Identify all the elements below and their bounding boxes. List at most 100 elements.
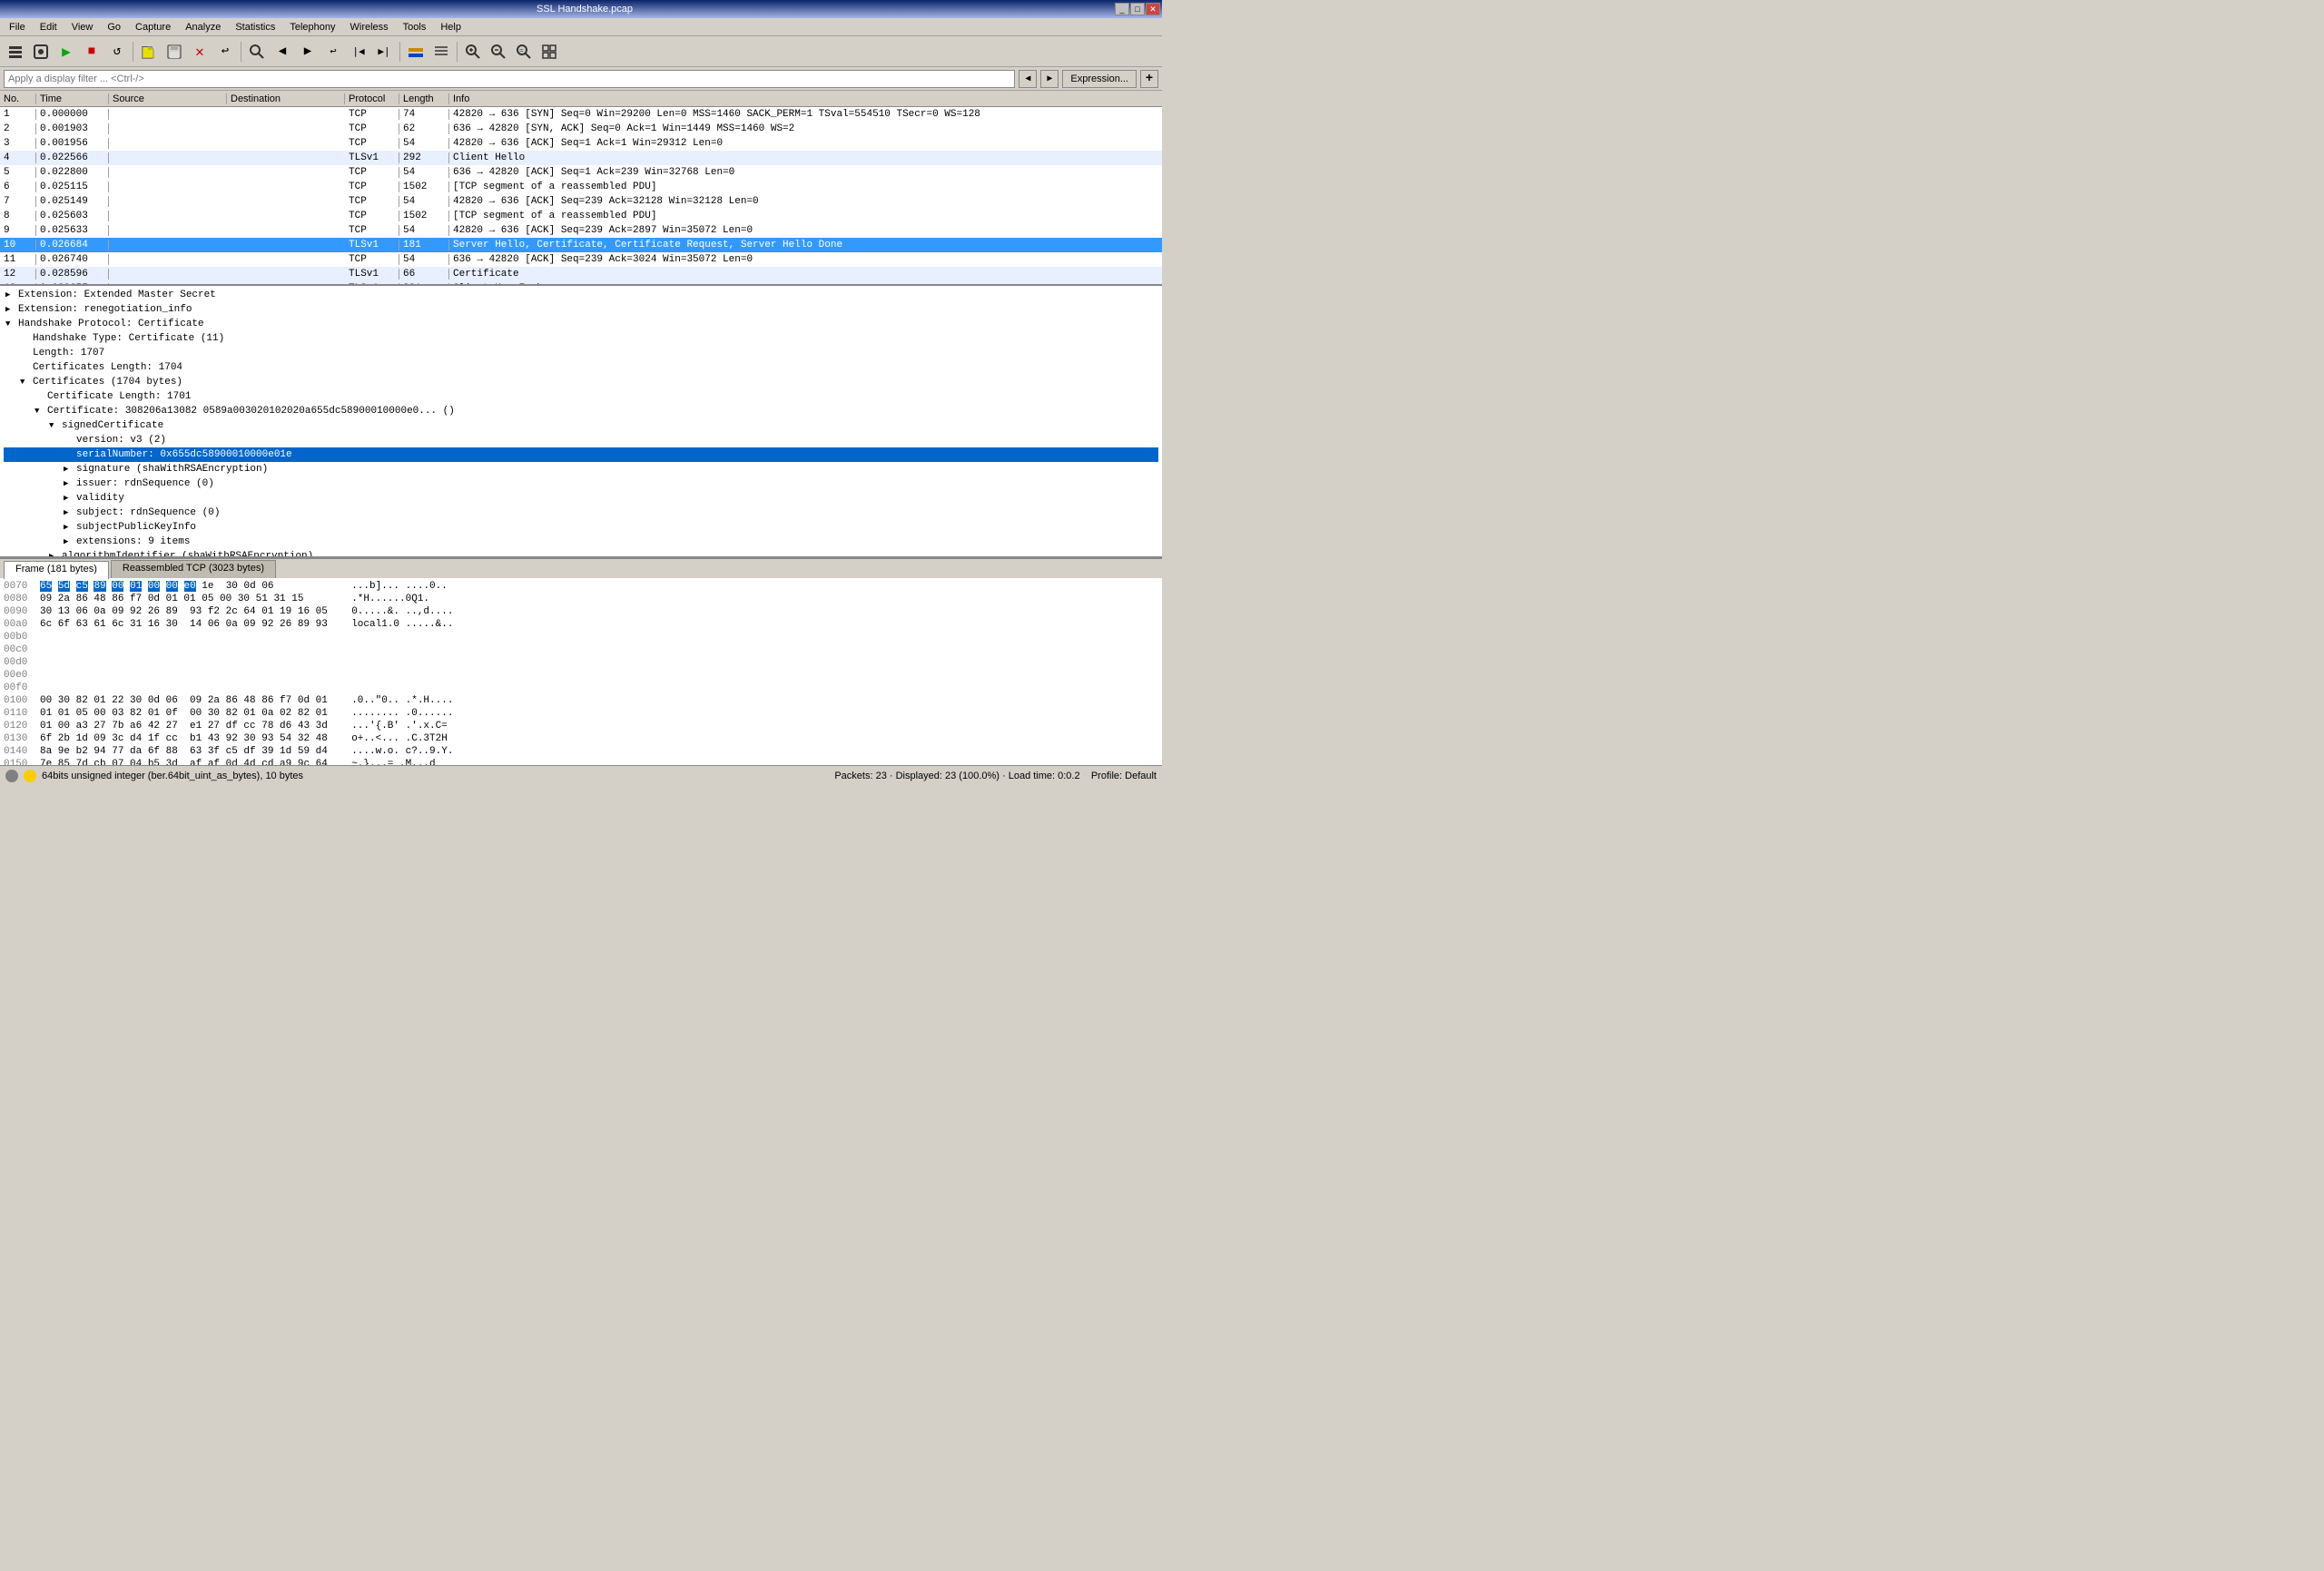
next-packet-button[interactable]: ▶ [296,40,320,64]
detail-row[interactable]: ▶algorithmIdentifier (shaWithRSAEncrypti… [4,549,1158,558]
packet-detail[interactable]: ▶Extension: Extended Master Secret▶Exten… [0,286,1162,558]
expand-all-button[interactable] [537,40,561,64]
packet-row[interactable]: 2 0.001903 TCP 62 636 → 42820 [SYN, ACK]… [0,122,1162,136]
colorize-button[interactable] [404,40,428,64]
maximize-button[interactable]: □ [1130,3,1145,15]
hex-row: 0080 09 2a 86 48 86 f7 0d 01 01 05 00 30… [4,593,1158,605]
packet-list[interactable]: No. Time Source Destination Protocol Len… [0,91,1162,286]
detail-row[interactable]: ▼signedCertificate [4,418,1158,433]
menu-view[interactable]: View [66,21,99,34]
menu-edit[interactable]: Edit [34,21,63,34]
detail-row[interactable]: ▼Certificates (1704 bytes) [4,375,1158,389]
detail-row[interactable]: Handshake Type: Certificate (11) [4,331,1158,346]
filter-bar: ◀ ▶ Expression... + [0,67,1162,91]
status-left: 64bits unsigned integer (ber.64bit_uint_… [5,770,303,782]
save-file-button[interactable] [162,40,186,64]
menu-wireless[interactable]: Wireless [345,21,394,34]
menu-help[interactable]: Help [435,21,467,34]
go-first-button[interactable]: ↩ [321,40,345,64]
col-header-time: Time [36,93,109,104]
stop-capture-button[interactable]: ■ [80,40,103,64]
reload-file-button[interactable]: ↩ [213,40,237,64]
zoom-in-button[interactable] [461,40,485,64]
display-filter-input[interactable] [4,70,1015,88]
hex-row: 0150 7e 85 7d cb 07 04 b5 3d af af 0d 4d… [4,758,1158,765]
detail-row[interactable]: Certificates Length: 1704 [4,360,1158,375]
menu-capture[interactable]: Capture [130,21,176,34]
packet-row[interactable]: 12 0.028596 TLSv1 66 Certificate [0,267,1162,281]
close-button[interactable]: ✕ [1146,3,1160,15]
filter-arrow-right[interactable]: ▶ [1040,70,1059,88]
svg-text:=: = [519,47,524,55]
detail-row[interactable]: Length: 1707 [4,346,1158,360]
detail-row[interactable]: ▶subject: rdnSequence (0) [4,506,1158,520]
status-right-text: Packets: 23 · Displayed: 23 (100.0%) · L… [834,771,1157,781]
main-content: No. Time Source Destination Protocol Len… [0,91,1162,765]
detail-row[interactable]: ▶signature (shaWithRSAEncryption) [4,462,1158,476]
menu-analyze[interactable]: Analyze [180,21,226,34]
packet-row[interactable]: 1 0.000000 TCP 74 42820 → 636 [SYN] Seq=… [0,107,1162,122]
interface-list-button[interactable] [4,40,27,64]
bottom-tabs: Frame (181 bytes)Reassembled TCP (3023 b… [0,558,1162,578]
detail-row[interactable]: ▶validity [4,491,1158,506]
col-header-info: Info [449,93,1162,104]
toolbar-sep-3 [399,42,400,62]
detail-row[interactable]: version: v3 (2) [4,433,1158,447]
tab-reassembled-tcp-(3023-bytes)[interactable]: Reassembled TCP (3023 bytes) [111,560,276,578]
detail-row[interactable]: ▼Handshake Protocol: Certificate [4,317,1158,331]
hex-row: 0070 65 5d c5 89 00 01 00 00 e0 1e 30 0d… [4,580,1158,593]
packet-row[interactable]: 9 0.025633 TCP 54 42820 → 636 [ACK] Seq=… [0,223,1162,238]
detail-row[interactable]: ▼Certificate: 308206a13082 0589a00302010… [4,404,1158,418]
col-header-protocol: Protocol [345,93,399,104]
hex-row: 0120 01 00 a3 27 7b a6 42 27 e1 27 df cc… [4,720,1158,732]
filter-arrow-left[interactable]: ◀ [1019,70,1037,88]
close-file-button[interactable]: ✕ [188,40,212,64]
minimize-button[interactable]: _ [1115,3,1129,15]
hex-panel[interactable]: 0070 65 5d c5 89 00 01 00 00 e0 1e 30 0d… [0,578,1162,765]
menu-go[interactable]: Go [102,21,126,34]
find-packet-button[interactable] [245,40,269,64]
detail-row[interactable]: serialNumber: 0x655dc58900010000e01e [4,447,1158,462]
menu-file[interactable]: File [4,21,31,34]
last-button[interactable]: ▶| [372,40,396,64]
first-button[interactable]: |◀ [347,40,370,64]
open-file-button[interactable] [137,40,161,64]
menu-statistics[interactable]: Statistics [230,21,281,34]
filter-add-button[interactable]: + [1140,70,1158,88]
zoom-out-button[interactable] [487,40,510,64]
toolbar-sep-4 [457,42,458,62]
packet-row[interactable]: 10 0.026684 TLSv1 181 Server Hello, Cert… [0,238,1162,252]
menu-tools[interactable]: Tools [398,21,432,34]
capture-options-button[interactable] [29,40,53,64]
zoom-reset-button[interactable]: = [512,40,536,64]
packet-row[interactable]: 8 0.025603 TCP 1502 [TCP segment of a re… [0,209,1162,223]
packet-row[interactable]: 6 0.025115 TCP 1502 [TCP segment of a re… [0,180,1162,194]
packet-row[interactable]: 4 0.022566 TLSv1 292 Client Hello [0,151,1162,165]
menu-telephony[interactable]: Telephony [284,21,340,34]
expression-button[interactable]: Expression... [1062,70,1137,88]
detail-row[interactable]: ▶extensions: 9 items [4,535,1158,549]
hex-row: 00b0 [4,631,1158,643]
detail-row[interactable]: ▶subjectPublicKeyInfo [4,520,1158,535]
hex-row: 0130 6f 2b 1d 09 3c d4 1f cc b1 43 92 30… [4,732,1158,745]
window-controls[interactable]: _ □ ✕ [1115,3,1160,15]
packet-row[interactable]: 3 0.001956 TCP 54 42820 → 636 [ACK] Seq=… [0,136,1162,151]
detail-row[interactable]: Certificate Length: 1701 [4,389,1158,404]
packet-scroll[interactable]: 1 0.000000 TCP 74 42820 → 636 [SYN] Seq=… [0,107,1162,286]
restart-capture-button[interactable]: ↺ [105,40,129,64]
packet-row[interactable]: 11 0.026740 TCP 54 636 → 42820 [ACK] Seq… [0,252,1162,267]
packet-row[interactable]: 13 0.028655 TLSv1 321 Client Key Exchang… [0,281,1162,286]
start-capture-button[interactable]: ▶ [54,40,78,64]
hex-row: 0100 00 30 82 01 22 30 0d 06 09 2a 86 48… [4,694,1158,707]
auto-scroll-button[interactable] [429,40,453,64]
packet-row[interactable]: 5 0.022800 TCP 54 636 → 42820 [ACK] Seq=… [0,165,1162,180]
detail-row[interactable]: ▶Extension: Extended Master Secret [4,288,1158,302]
detail-row[interactable]: ▶issuer: rdnSequence (0) [4,476,1158,491]
tab-frame-(181-bytes)[interactable]: Frame (181 bytes) [4,561,109,579]
prev-packet-button[interactable]: ◀ [271,40,294,64]
packet-row[interactable]: 7 0.025149 TCP 54 42820 → 636 [ACK] Seq=… [0,194,1162,209]
detail-row[interactable]: ▶Extension: renegotiation_info [4,302,1158,317]
hex-row: 0090 30 13 06 0a 09 92 26 89 93 f2 2c 64… [4,605,1158,618]
hex-row: 00c0 [4,643,1158,656]
hex-row: 00f0 [4,682,1158,694]
